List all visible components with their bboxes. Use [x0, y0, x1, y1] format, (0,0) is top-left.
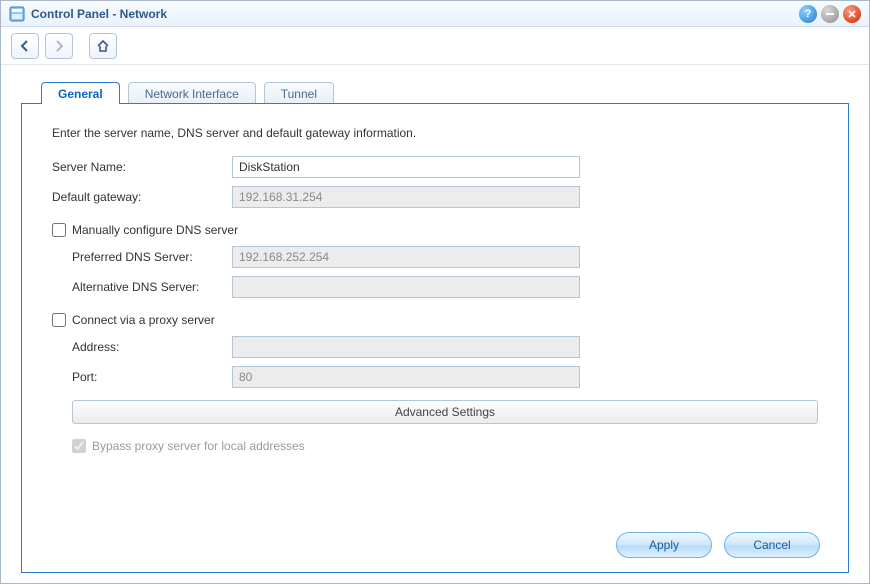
tab-label: General — [58, 87, 103, 101]
proxy-port-row: Port: — [52, 364, 818, 390]
manual-dns-row: Manually configure DNS server — [52, 218, 818, 242]
alternative-dns-input — [232, 276, 580, 298]
preferred-dns-input — [232, 246, 580, 268]
general-panel: Enter the server name, DNS server and de… — [21, 103, 849, 573]
tab-label: Network Interface — [145, 87, 239, 101]
panel-description: Enter the server name, DNS server and de… — [52, 126, 818, 140]
alternative-dns-row: Alternative DNS Server: — [52, 274, 818, 300]
forward-button[interactable] — [45, 33, 73, 59]
server-name-input[interactable] — [232, 156, 580, 178]
apply-button[interactable]: Apply — [616, 532, 712, 558]
preferred-dns-row: Preferred DNS Server: — [52, 244, 818, 270]
titlebar: Control Panel - Network ? — [1, 1, 869, 27]
proxy-row: Connect via a proxy server — [52, 308, 818, 332]
bypass-checkbox — [72, 439, 86, 453]
tab-label: Tunnel — [281, 87, 317, 101]
default-gateway-label: Default gateway: — [52, 190, 232, 204]
cancel-button[interactable]: Cancel — [724, 532, 820, 558]
proxy-port-input — [232, 366, 580, 388]
minimize-button[interactable] — [821, 5, 839, 23]
help-button[interactable]: ? — [799, 5, 817, 23]
footer-buttons: Apply Cancel — [616, 532, 820, 558]
proxy-checkbox[interactable] — [52, 313, 66, 327]
tab-network-interface[interactable]: Network Interface — [128, 82, 256, 104]
app-icon — [9, 6, 25, 22]
proxy-port-label: Port: — [72, 370, 232, 384]
advanced-settings-button[interactable]: Advanced Settings — [72, 400, 818, 424]
manual-dns-label: Manually configure DNS server — [72, 223, 238, 237]
alternative-dns-label: Alternative DNS Server: — [72, 280, 232, 294]
default-gateway-input — [232, 186, 580, 208]
tab-general[interactable]: General — [41, 82, 120, 104]
manual-dns-checkbox[interactable] — [52, 223, 66, 237]
home-button[interactable] — [89, 33, 117, 59]
tabs: General Network Interface Tunnel — [21, 79, 849, 103]
back-button[interactable] — [11, 33, 39, 59]
bypass-label: Bypass proxy server for local addresses — [92, 439, 305, 453]
proxy-label: Connect via a proxy server — [72, 313, 215, 327]
client-area: General Network Interface Tunnel Enter t… — [1, 65, 869, 583]
bypass-row: Bypass proxy server for local addresses — [52, 434, 818, 458]
nav-toolbar — [1, 27, 869, 65]
close-button[interactable] — [843, 5, 861, 23]
proxy-address-input — [232, 336, 580, 358]
proxy-address-label: Address: — [72, 340, 232, 354]
server-name-row: Server Name: — [52, 154, 818, 180]
default-gateway-row: Default gateway: — [52, 184, 818, 210]
window: Control Panel - Network ? General Networ… — [0, 0, 870, 584]
window-title: Control Panel - Network — [31, 7, 167, 21]
tab-tunnel[interactable]: Tunnel — [264, 82, 334, 104]
preferred-dns-label: Preferred DNS Server: — [72, 250, 232, 264]
server-name-label: Server Name: — [52, 160, 232, 174]
proxy-address-row: Address: — [52, 334, 818, 360]
